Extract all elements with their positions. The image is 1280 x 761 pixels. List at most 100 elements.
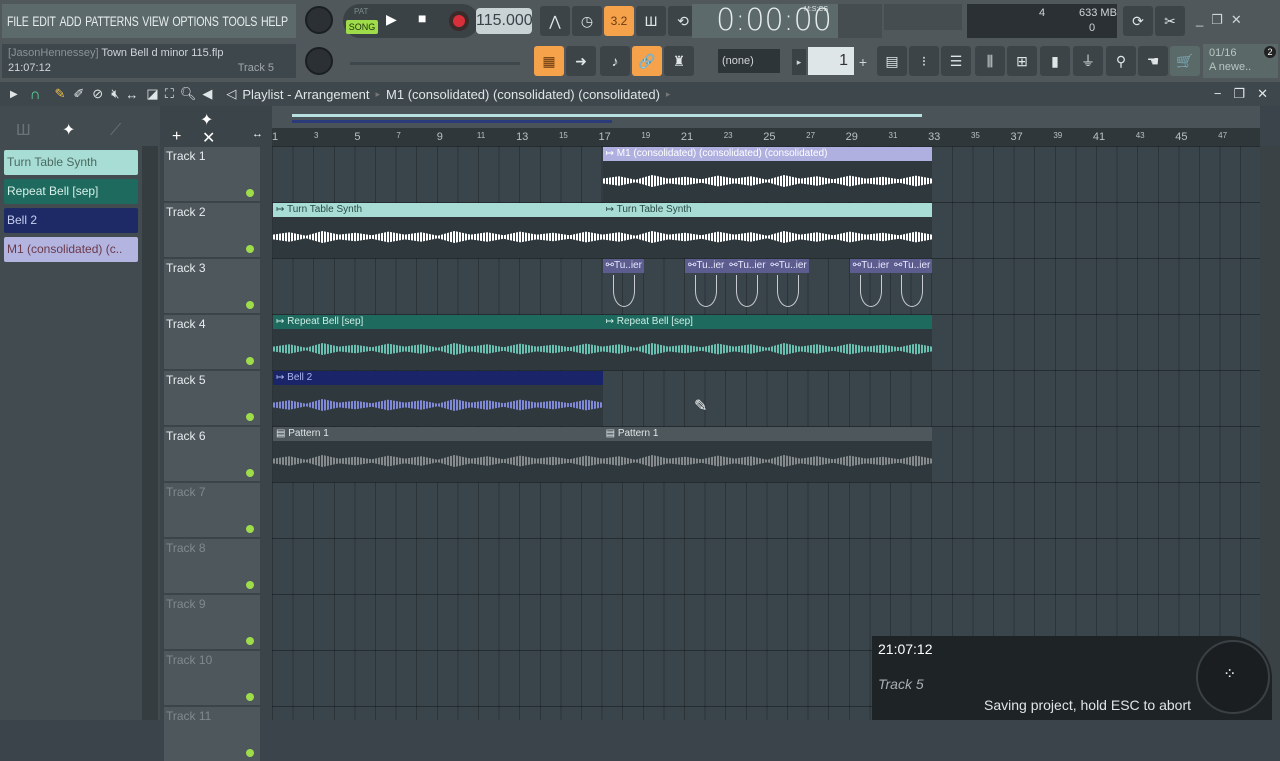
- prev-pattern-button[interactable]: ▸: [792, 49, 806, 75]
- overview-scrollbar[interactable]: [272, 106, 1260, 128]
- track-enable-led[interactable]: [246, 357, 254, 365]
- track-enable-led[interactable]: [246, 693, 254, 701]
- playlist-view-icon[interactable]: ▤: [877, 46, 907, 76]
- undo-icon[interactable]: ⟳: [1123, 6, 1153, 36]
- touch-icon[interactable]: ☚: [1138, 46, 1168, 76]
- playlist-clip[interactable]: ↦ Repeat Bell [sep]: [602, 315, 933, 370]
- playlist-grid[interactable]: ↦ M1 (consolidated) (consolidated) (cons…: [272, 146, 1260, 720]
- automation-clip[interactable]: ⚯Tu..ier: [849, 259, 891, 314]
- tempo-field[interactable]: 115.000: [476, 8, 533, 34]
- paint-icon[interactable]: ✐: [73, 86, 84, 102]
- restore-icon[interactable]: ❐: [1233, 86, 1245, 102]
- menu-add[interactable]: ADD: [59, 13, 81, 29]
- menu-help[interactable]: HELP: [261, 13, 288, 29]
- file-icon[interactable]: ▮: [1040, 46, 1070, 76]
- stop-button[interactable]: ■: [418, 10, 426, 26]
- mixer-icon[interactable]: ⫼: [975, 46, 1005, 76]
- cart-icon[interactable]: 🛒: [1170, 46, 1200, 76]
- master-volume-knob[interactable]: [305, 6, 333, 34]
- magnet-icon[interactable]: ∩: [30, 86, 41, 103]
- blend-notes-button[interactable]: Ш: [636, 6, 666, 36]
- playlist-clip[interactable]: ↦ Turn Table Synth: [273, 203, 603, 258]
- track-enable-led[interactable]: [246, 749, 254, 757]
- track-header[interactable]: Track 9: [164, 595, 260, 649]
- track-enable-led[interactable]: [246, 469, 254, 477]
- automation-clip[interactable]: ⚯Tu..ier: [726, 259, 768, 314]
- menu-view[interactable]: VIEW: [142, 13, 169, 29]
- track-header[interactable]: Track 2: [164, 203, 260, 257]
- playlist-button[interactable]: ▦: [534, 46, 564, 76]
- arrow-button[interactable]: ➜: [566, 46, 596, 76]
- link-icon[interactable]: 🔗: [632, 46, 662, 76]
- track-enable-led[interactable]: [246, 413, 254, 421]
- slice-icon[interactable]: ◪: [146, 86, 158, 102]
- record-button[interactable]: [449, 11, 469, 31]
- playlist-clip[interactable]: ▤ Pattern 1: [602, 427, 933, 482]
- stamp-icon[interactable]: ♜: [664, 46, 694, 76]
- song-time[interactable]: 0:00:00: [692, 4, 856, 38]
- pattern-selector[interactable]: (none): [718, 49, 780, 73]
- pattern-view-icon[interactable]: Ш: [16, 122, 31, 140]
- automation-clip[interactable]: ⚯Tu..ier: [767, 259, 809, 314]
- track-header[interactable]: Track 7: [164, 483, 260, 537]
- audio-icon[interactable]: ✦: [200, 110, 213, 130]
- mute-icon[interactable]: 🔇︎: [111, 86, 119, 102]
- track-header[interactable]: Track 10: [164, 651, 260, 705]
- playlist-clip[interactable]: ↦ Bell 2: [273, 371, 603, 426]
- picker-clip[interactable]: M1 (consolidated) (c..: [4, 237, 138, 262]
- snap-button[interactable]: 3.2: [604, 6, 634, 36]
- pencil-icon[interactable]: ✎: [54, 86, 65, 102]
- add-track-icon[interactable]: +: [172, 128, 181, 146]
- microphone-icon[interactable]: ⚲: [1106, 46, 1136, 76]
- remove-icon[interactable]: ✕: [202, 128, 215, 148]
- add-pattern-button[interactable]: +: [855, 49, 871, 75]
- plugin-icon[interactable]: ⏚: [1073, 46, 1103, 76]
- automation-clip[interactable]: ⚯Tu..ier: [685, 259, 727, 314]
- menu-options[interactable]: OPTIONS: [172, 13, 219, 29]
- delete-icon[interactable]: ⊘: [92, 86, 103, 102]
- track-enable-led[interactable]: [246, 637, 254, 645]
- wait-record-button[interactable]: ◷: [572, 6, 602, 36]
- pattern-number[interactable]: 1: [808, 47, 854, 75]
- picker-clip[interactable]: Turn Table Synth: [4, 150, 138, 175]
- play-button[interactable]: ▶: [386, 11, 397, 28]
- menu-edit[interactable]: EDIT: [32, 13, 56, 29]
- automation-clip[interactable]: ⚯Tu..ier: [602, 259, 644, 314]
- playback-icon[interactable]: ◀: [202, 86, 212, 102]
- restore-icon[interactable]: ❐: [1211, 12, 1223, 28]
- automation-clip[interactable]: ⚯Tu..ier: [891, 259, 933, 314]
- track-header[interactable]: Track 8: [164, 539, 260, 593]
- menu-tools[interactable]: TOOLS: [222, 13, 257, 29]
- track-header[interactable]: Track 4: [164, 315, 260, 369]
- playlist-clip[interactable]: ↦ Turn Table Synth: [602, 203, 933, 258]
- slip-icon[interactable]: ↔: [125, 87, 138, 102]
- browser-icon[interactable]: ⊞: [1007, 46, 1037, 76]
- track-header[interactable]: Track 1: [164, 147, 260, 201]
- channel-rack-icon[interactable]: ☰: [941, 46, 971, 76]
- track-enable-led[interactable]: [246, 189, 254, 197]
- select-icon[interactable]: ⛶: [165, 86, 174, 102]
- song-mode-button[interactable]: SONG: [346, 20, 378, 34]
- close-icon[interactable]: ✕: [1257, 86, 1268, 102]
- track-header[interactable]: Track 3: [164, 259, 260, 313]
- track-header[interactable]: Track 5: [164, 371, 260, 425]
- audio-view-icon[interactable]: ✦: [62, 120, 75, 140]
- picker-clip[interactable]: Repeat Bell [sep]: [4, 179, 138, 204]
- menu-patterns[interactable]: PATTERNS: [85, 13, 139, 29]
- menu-file[interactable]: FILE: [7, 13, 29, 29]
- picker-scrollbar[interactable]: [142, 146, 158, 720]
- piano-roll-icon[interactable]: ⁝: [909, 46, 939, 76]
- playlist-clip[interactable]: ▤ Pattern 1: [273, 427, 603, 482]
- track-enable-led[interactable]: [246, 245, 254, 253]
- pat-mode-label[interactable]: PAT: [354, 7, 368, 16]
- news-panel[interactable]: 01/16 A newe.. 2: [1203, 44, 1278, 78]
- master-slider[interactable]: [350, 62, 520, 65]
- track-enable-led[interactable]: [246, 301, 254, 309]
- automation-view-icon[interactable]: ⟋: [110, 122, 121, 140]
- slide-button[interactable]: ♪: [600, 46, 630, 76]
- minimize-icon[interactable]: −: [1214, 86, 1222, 102]
- track-header[interactable]: Track 6: [164, 427, 260, 481]
- playlist-clip[interactable]: ↦ M1 (consolidated) (consolidated) (cons…: [602, 147, 933, 202]
- zoom-icon[interactable]: 🔍︎: [180, 86, 197, 102]
- minimize-icon[interactable]: _: [1196, 12, 1203, 28]
